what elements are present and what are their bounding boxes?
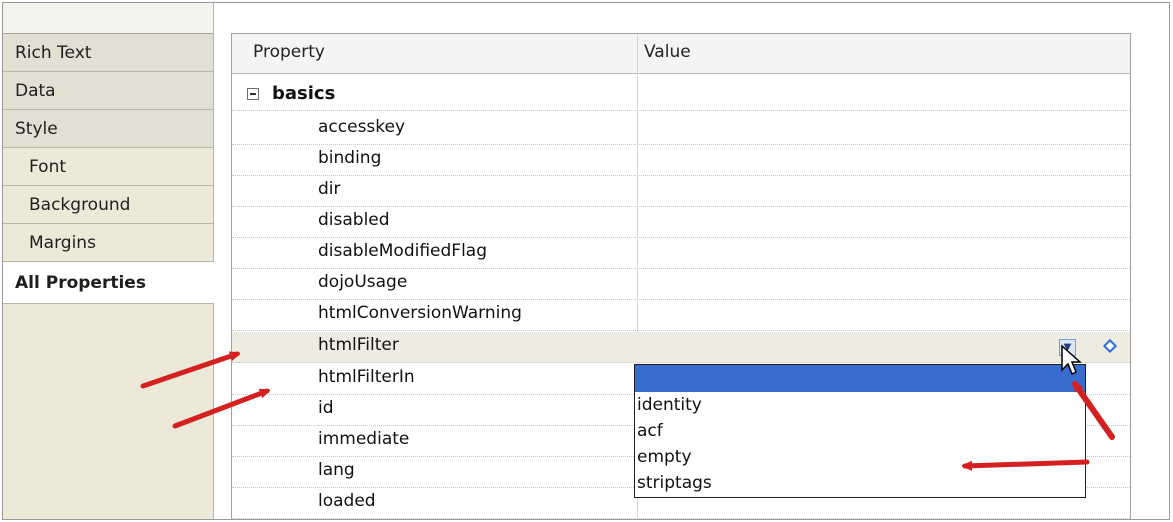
property-row[interactable]: accesskey: [232, 114, 1130, 145]
property-name: lang: [318, 460, 355, 480]
property-name: disableModifiedFlag: [318, 241, 488, 261]
mouse-pointer-icon: [1061, 344, 1082, 376]
dropdown-option[interactable]: acf: [635, 418, 1085, 444]
nav-item-all-properties[interactable]: All Properties: [3, 262, 214, 304]
nav-item-style[interactable]: Style: [3, 110, 213, 148]
property-row-selected[interactable]: htmlFilter: [232, 332, 1130, 363]
property-name: disabled: [318, 210, 390, 230]
property-name: accesskey: [318, 117, 406, 137]
property-row[interactable]: disableModifiedFlag: [232, 238, 1130, 269]
property-name: dir: [318, 179, 341, 199]
nav-item-data[interactable]: Data: [3, 72, 213, 110]
property-name: loaded: [318, 491, 376, 511]
property-row[interactable]: disabled: [232, 207, 1130, 238]
property-name: htmlFilterIn: [318, 367, 415, 387]
nav-item-font[interactable]: Font: [3, 148, 213, 186]
property-name: htmlFilter: [318, 335, 399, 355]
collapse-minus-icon[interactable]: [247, 88, 259, 100]
property-name: htmlConversionWarning: [318, 303, 522, 323]
category-row-basics[interactable]: basics: [232, 80, 1130, 111]
column-header-property[interactable]: Property: [253, 42, 325, 62]
nav-item-rich-text[interactable]: Rich Text: [3, 34, 213, 72]
nav-top-strip: [3, 3, 213, 34]
sheet-header: Property Value: [232, 34, 1130, 74]
property-name: dojoUsage: [318, 272, 408, 292]
dropdown-option[interactable]: identity: [635, 392, 1085, 418]
dropdown-option[interactable]: striptags: [635, 470, 1085, 496]
category-label: basics: [272, 83, 336, 104]
category-nav: Rich Text Data Style Font Background Mar…: [3, 3, 214, 519]
property-row[interactable]: dojoUsage: [232, 269, 1130, 300]
dropdown-option[interactable]: empty: [635, 444, 1085, 470]
value-dropdown-list[interactable]: identity acf empty striptags: [634, 364, 1086, 498]
dropdown-option-selected[interactable]: [635, 365, 1085, 392]
property-name: immediate: [318, 429, 410, 449]
property-row[interactable]: htmlConversionWarning: [232, 300, 1130, 331]
column-header-value[interactable]: Value: [644, 42, 691, 62]
nav-item-margins[interactable]: Margins: [3, 224, 213, 262]
property-row[interactable]: binding: [232, 145, 1130, 176]
property-name: binding: [318, 148, 382, 168]
property-row[interactable]: dir: [232, 176, 1130, 207]
property-name: id: [318, 398, 334, 418]
nav-item-background[interactable]: Background: [3, 186, 213, 224]
